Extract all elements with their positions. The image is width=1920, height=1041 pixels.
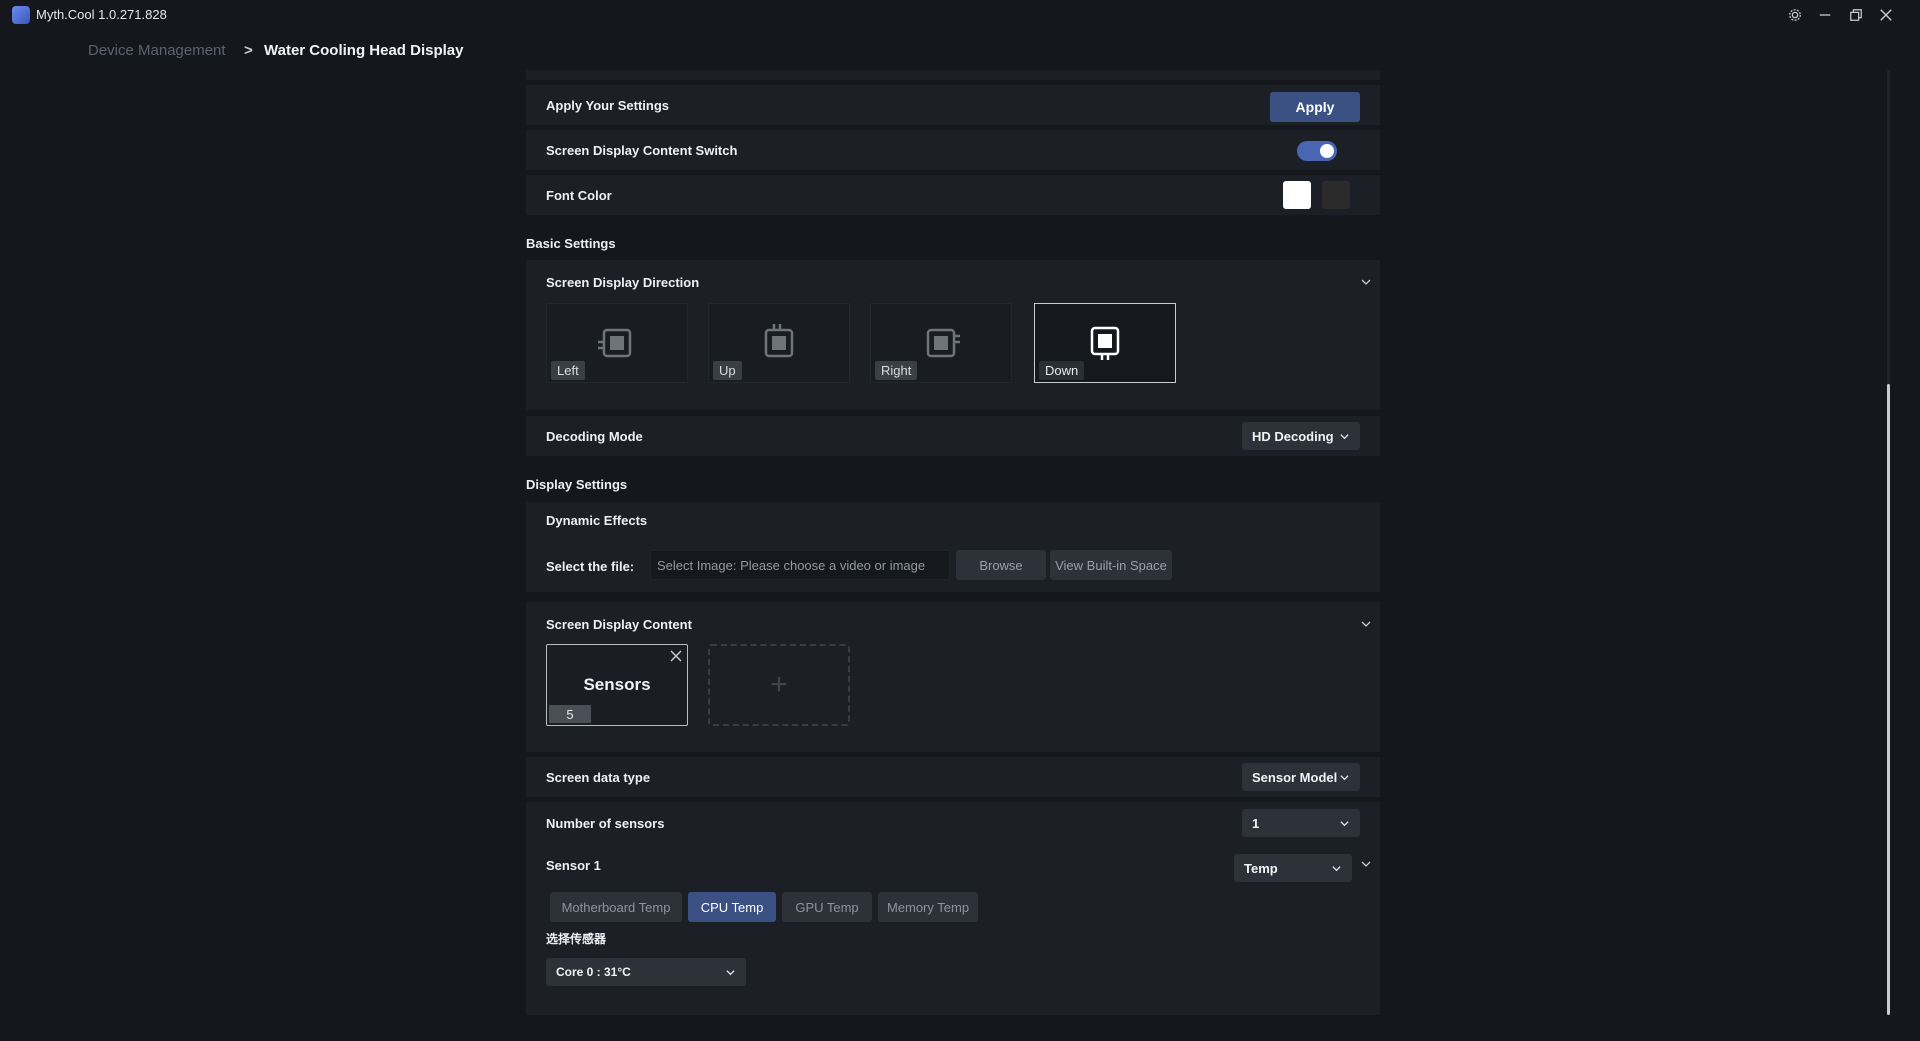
number-of-sensors-dropdown[interactable]: 1 <box>1242 809 1360 837</box>
direction-left-icon <box>598 328 632 358</box>
chevron-down-icon[interactable] <box>1360 618 1372 630</box>
minimize-icon[interactable] <box>1814 4 1836 26</box>
dynamic-effects-label: Dynamic Effects <box>546 513 648 528</box>
sensor-1-type-dropdown[interactable]: Temp <box>1234 854 1352 882</box>
chip-memory-temp[interactable]: Memory Temp <box>878 892 978 922</box>
screen-data-type-label: Screen data type <box>546 770 651 785</box>
chevron-down-icon <box>1340 774 1349 780</box>
chip-motherboard-temp[interactable]: Motherboard Temp <box>550 892 682 922</box>
sensor-1-label: Sensor 1 <box>546 858 601 873</box>
top-panel-edge <box>526 70 1380 80</box>
chevron-down-icon <box>726 969 735 975</box>
screen-data-type-dropdown[interactable]: Sensor Model <box>1242 763 1360 791</box>
toggle-knob <box>1320 144 1334 158</box>
chevron-down-icon <box>1340 433 1349 439</box>
font-color-row: Font Color <box>526 175 1380 215</box>
font-color-white-swatch[interactable] <box>1283 181 1311 209</box>
apply-settings-row: Apply Your Settings Apply <box>526 85 1380 125</box>
select-file-label: Select the file: <box>546 559 635 574</box>
restore-icon[interactable] <box>1845 4 1867 26</box>
direction-down-icon <box>1090 326 1120 360</box>
apply-settings-label: Apply Your Settings <box>546 98 670 113</box>
browse-button[interactable]: Browse <box>956 550 1046 580</box>
direction-left-card[interactable]: Left <box>546 303 688 383</box>
chevron-down-icon <box>1340 820 1349 826</box>
dynamic-effects-panel: Dynamic Effects Select the file: Browse … <box>526 502 1380 592</box>
direction-left-label: Left <box>551 361 585 380</box>
display-switch-label: Screen Display Content Switch <box>546 143 738 158</box>
breadcrumb-parent[interactable]: Device Management <box>88 42 226 59</box>
display-direction-label: Screen Display Direction <box>546 275 700 290</box>
display-settings-title: Display Settings <box>526 477 628 492</box>
chip-cpu-temp[interactable]: CPU Temp <box>688 892 776 922</box>
direction-right-label: Right <box>875 361 918 380</box>
remove-card-close-icon[interactable] <box>669 649 683 663</box>
chip-gpu-temp[interactable]: GPU Temp <box>782 892 872 922</box>
direction-down-label: Down <box>1039 361 1085 380</box>
decoding-mode-value: HD Decoding <box>1252 428 1334 444</box>
sensors-config-panel: Number of sensors 1 Sensor 1 Temp Mother… <box>526 802 1380 1015</box>
number-of-sensors-label: Number of sensors <box>546 816 665 831</box>
title-bar: Myth.Cool 1.0.271.828 <box>0 0 1920 30</box>
apply-button[interactable]: Apply <box>1270 92 1360 122</box>
settings-gear-icon[interactable] <box>1784 4 1806 26</box>
decoding-mode-dropdown[interactable]: HD Decoding <box>1242 422 1360 450</box>
breadcrumb-separator: > <box>244 42 253 59</box>
display-switch-row: Screen Display Content Switch <box>526 130 1380 170</box>
content-card-badge: 5 <box>549 705 591 723</box>
direction-right-icon <box>926 328 960 358</box>
number-of-sensors-value: 1 <box>1252 815 1260 831</box>
direction-right-card[interactable]: Right <box>870 303 1012 383</box>
add-content-card-button[interactable]: + <box>708 644 850 726</box>
sensor-1-collapse-chevron-icon[interactable] <box>1360 858 1372 870</box>
basic-settings-title: Basic Settings <box>526 236 616 251</box>
sensor-1-type-value: Temp <box>1244 860 1278 876</box>
chevron-down-icon[interactable] <box>1360 276 1372 288</box>
file-path-input[interactable] <box>650 550 950 580</box>
direction-up-icon <box>764 324 794 358</box>
chevron-down-icon <box>1332 865 1341 871</box>
page-title: Water Cooling Head Display <box>264 42 464 59</box>
content-card-title: Sensors <box>583 675 651 694</box>
direction-up-label: Up <box>713 361 742 380</box>
display-content-toggle[interactable] <box>1297 141 1337 161</box>
scrollbar-thumb[interactable] <box>1887 384 1890 1015</box>
plus-icon: + <box>770 668 788 701</box>
sensor-select-value: Core 0 : 31°C <box>556 965 631 979</box>
view-builtin-space-button[interactable]: View Built-in Space <box>1050 550 1172 580</box>
font-color-label: Font Color <box>546 188 612 203</box>
app-title: Myth.Cool 1.0.271.828 <box>36 7 167 22</box>
close-icon[interactable] <box>1875 4 1897 26</box>
screen-data-type-value: Sensor Model <box>1252 769 1338 785</box>
app-logo-icon <box>12 6 30 24</box>
decoding-mode-label: Decoding Mode <box>546 429 643 444</box>
screen-data-type-row: Screen data type Sensor Model <box>526 757 1380 797</box>
sensors-content-card[interactable]: Sensors 5 <box>546 644 688 726</box>
font-color-dark-swatch[interactable] <box>1322 181 1350 209</box>
sensor-select-dropdown[interactable]: Core 0 : 31°C <box>546 958 746 986</box>
direction-down-card[interactable]: Down <box>1034 303 1176 383</box>
screen-display-content-panel: Screen Display Content Sensors 5 + <box>526 602 1380 752</box>
select-sensor-label: 选择传感器 <box>546 932 607 946</box>
direction-up-card[interactable]: Up <box>708 303 850 383</box>
screen-display-content-label: Screen Display Content <box>546 617 692 632</box>
display-direction-panel: Screen Display Direction Left Up Right D… <box>526 260 1380 410</box>
decoding-mode-row: Decoding Mode HD Decoding <box>526 416 1380 456</box>
